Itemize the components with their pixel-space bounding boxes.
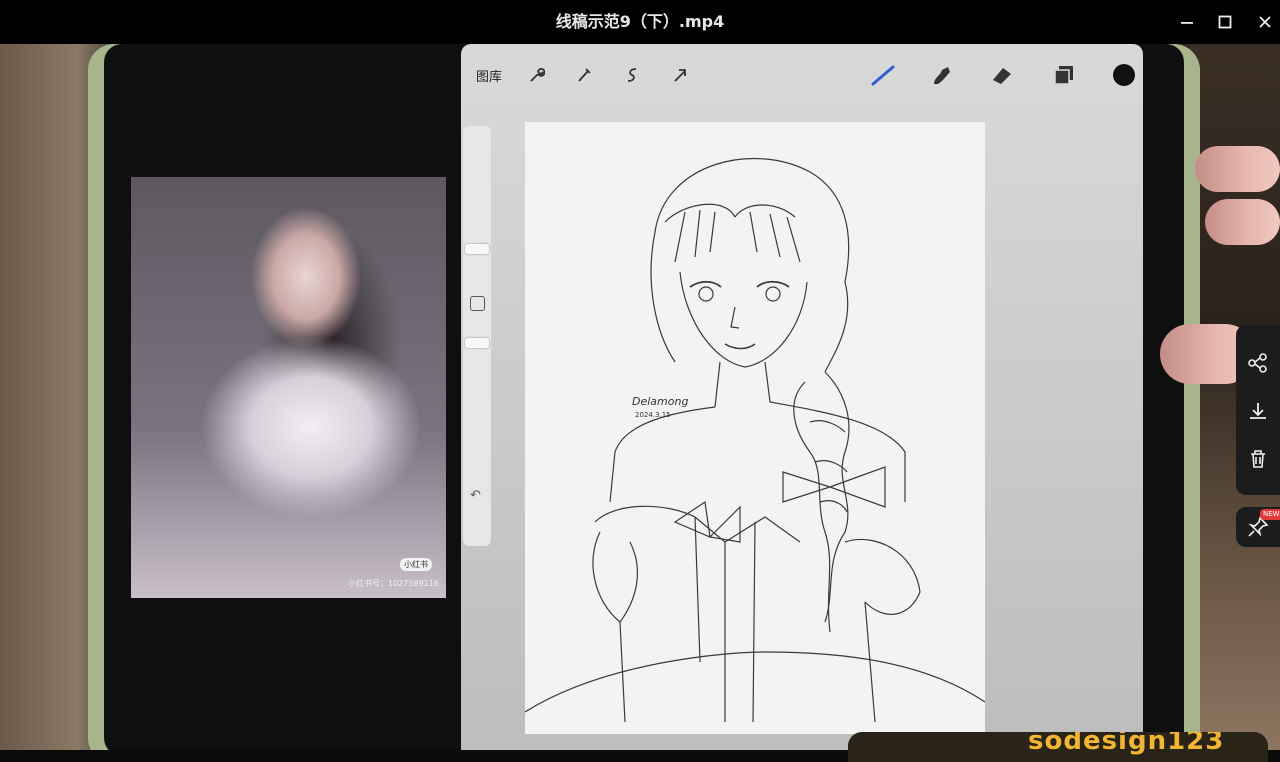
download-icon bbox=[1250, 403, 1266, 419]
minimize-button[interactable] bbox=[1173, 8, 1201, 36]
drawing-canvas[interactable]: Delamong 2024.3.15 bbox=[525, 122, 985, 734]
share-icon bbox=[1248, 353, 1267, 373]
hand-finger bbox=[1195, 146, 1280, 192]
adjust-wand-icon[interactable] bbox=[573, 64, 595, 86]
delete-button[interactable] bbox=[1246, 447, 1270, 471]
minimize-icon bbox=[1181, 22, 1193, 24]
share-button[interactable] bbox=[1246, 351, 1270, 375]
maximize-button[interactable] bbox=[1211, 8, 1239, 36]
sketch-date: 2024.3.15 bbox=[635, 411, 671, 419]
sketch-signature: Delamong bbox=[632, 395, 688, 408]
gallery-button[interactable]: 图库 bbox=[476, 66, 502, 85]
photo-caption: 小红书号：1027589116 bbox=[348, 579, 439, 588]
layers-icon[interactable] bbox=[1051, 64, 1077, 86]
selection-s-icon[interactable] bbox=[621, 64, 643, 86]
new-badge: NEW bbox=[1260, 509, 1280, 520]
close-icon bbox=[1259, 16, 1271, 28]
floating-side-panel bbox=[1236, 325, 1280, 495]
maximize-icon bbox=[1218, 15, 1232, 29]
title-bar: 线稿示范9（下）.mp4 bbox=[0, 0, 1280, 44]
size-slider-thumb[interactable] bbox=[465, 244, 489, 254]
download-button[interactable] bbox=[1246, 399, 1270, 423]
watermark-text: sodesign123 bbox=[1028, 732, 1225, 756]
undo-icon[interactable]: ↶ bbox=[470, 488, 481, 503]
modify-button[interactable] bbox=[470, 296, 485, 311]
brush-icon[interactable] bbox=[869, 64, 897, 86]
reference-photo bbox=[131, 177, 446, 598]
eraser-icon[interactable] bbox=[989, 64, 1015, 86]
color-swatch-icon[interactable] bbox=[1111, 64, 1137, 86]
smudge-icon[interactable] bbox=[929, 64, 955, 86]
hand-finger bbox=[1205, 199, 1280, 245]
procreate-toolbar: 图库 bbox=[461, 54, 1143, 94]
watermark-banner: sodesign123 bbox=[848, 732, 1268, 762]
trash-icon bbox=[1251, 450, 1265, 468]
opacity-slider-thumb[interactable] bbox=[465, 338, 489, 348]
brush-size-slider[interactable]: ↶ bbox=[463, 126, 491, 546]
wrench-icon[interactable] bbox=[525, 64, 547, 86]
window-title: 线稿示范9（下）.mp4 bbox=[555, 12, 725, 31]
close-button[interactable] bbox=[1251, 8, 1279, 36]
line-sketch: Delamong 2024.3.15 bbox=[525, 157, 985, 723]
photo-badge: 小红书 bbox=[400, 558, 432, 571]
video-frame[interactable]: 小红书 小红书号：1027589116 图库 ↶ Delamong 2024.3… bbox=[0, 44, 1280, 750]
procreate-app: 图库 ↶ Delamong 2024.3.15 bbox=[461, 44, 1143, 750]
transform-arrow-icon[interactable] bbox=[669, 64, 691, 86]
